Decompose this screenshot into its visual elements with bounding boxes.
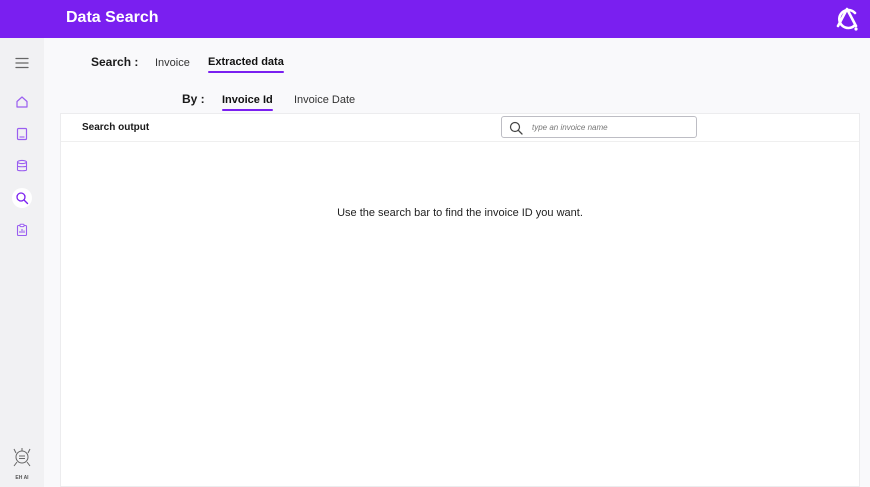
search-nav-icon[interactable] [12,188,32,208]
search-box[interactable] [501,116,697,138]
tab-invoice-date-label: Invoice Date [294,94,356,106]
search-output-panel: Search output Use the search bar to find… [60,113,860,487]
brand-mark-icon [13,448,31,467]
database-icon[interactable] [12,156,32,176]
brand-logo: EH AI [8,447,36,481]
top-bar: Data Search [0,0,870,38]
menu-icon[interactable] [12,53,32,73]
search-icon [509,121,523,135]
tab-active-indicator [222,109,273,111]
app-title: Data Search [66,9,159,26]
app-logo-icon[interactable] [834,4,862,34]
main-content: Search : Invoice Extracted data By : Inv… [44,38,870,487]
search-by-label: By : [182,92,205,106]
document-icon[interactable] [12,124,32,144]
tab-extracted-data-label: Extracted data [208,56,284,68]
tab-extracted-data[interactable]: Extracted data [208,56,284,73]
tab-invoice[interactable]: Invoice [155,57,190,69]
tab-invoice-id-label: Invoice Id [222,94,273,106]
home-icon[interactable] [12,92,32,112]
brand-label: EH AI [15,475,29,481]
tab-invoice-label: Invoice [155,57,190,69]
empty-state-message: Use the search bar to find the invoice I… [337,207,583,219]
search-type-label: Search : [91,55,139,69]
sidebar: EH AI [0,38,44,487]
tab-invoice-date[interactable]: Invoice Date [294,94,355,106]
tab-invoice-id[interactable]: Invoice Id [222,94,273,111]
search-input[interactable] [532,120,692,135]
tab-active-indicator [208,71,284,73]
panel-title: Search output [82,122,150,133]
report-icon[interactable] [12,220,32,240]
panel-header: Search output [61,114,859,142]
